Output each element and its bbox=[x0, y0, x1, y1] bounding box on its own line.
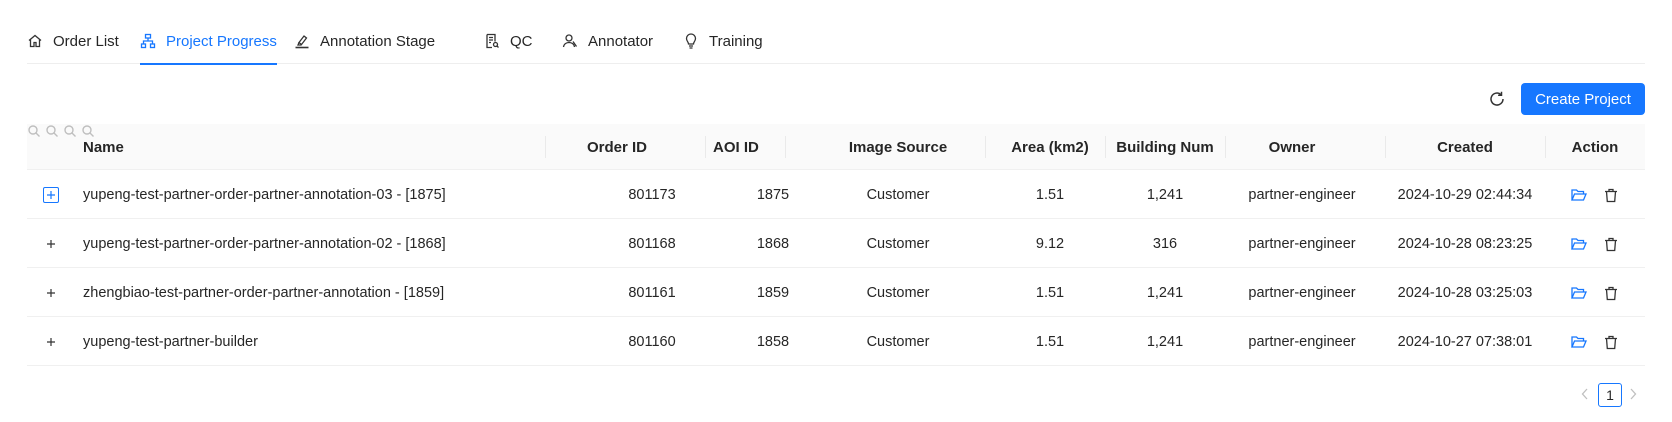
expand-icon[interactable] bbox=[43, 334, 59, 350]
column-label: Area (km2) bbox=[1011, 138, 1089, 156]
expand-icon[interactable] bbox=[43, 187, 59, 203]
column-header-area[interactable]: Area (km2) bbox=[985, 124, 1115, 170]
order-id: 801173 bbox=[628, 186, 676, 203]
delete-icon[interactable] bbox=[1602, 235, 1620, 253]
column-label: AOI ID bbox=[713, 138, 759, 156]
created: 2024-10-27 07:38:01 bbox=[1397, 333, 1533, 350]
owner: partner-engineer bbox=[1248, 284, 1356, 301]
projects-table: Name Order ID AOI ID Image Source Area (… bbox=[27, 124, 1645, 366]
building-num: 1,241 bbox=[1146, 284, 1184, 301]
folder-open-icon[interactable] bbox=[1570, 235, 1588, 253]
delete-icon[interactable] bbox=[1602, 333, 1620, 351]
project-name: zhengbiao-test-partner-order-partner-ann… bbox=[83, 284, 445, 301]
expand-icon[interactable] bbox=[43, 285, 59, 301]
tab-label: Annotation Stage bbox=[320, 32, 436, 50]
reload-icon[interactable] bbox=[1487, 89, 1507, 109]
area: 1.51 bbox=[1035, 333, 1065, 350]
create-project-button[interactable]: Create Project bbox=[1521, 83, 1645, 115]
tab-order-list[interactable]: Order List bbox=[27, 18, 119, 64]
tab-label: Order List bbox=[53, 32, 119, 50]
column-header-building-num[interactable]: Building Num bbox=[1105, 124, 1225, 170]
building-num: 316 bbox=[1152, 235, 1178, 252]
column-header-aoi-id[interactable]: AOI ID bbox=[713, 124, 759, 170]
column-header-order-id[interactable]: Order ID bbox=[547, 124, 687, 170]
tab-annotation-stage[interactable]: Annotation Stage bbox=[294, 18, 435, 64]
column-label: Owner bbox=[1268, 138, 1316, 156]
tab-project-progress[interactable]: Project Progress bbox=[140, 18, 277, 65]
owner: partner-engineer bbox=[1248, 186, 1356, 203]
home-icon bbox=[27, 33, 43, 49]
sitemap-icon bbox=[140, 33, 156, 49]
created: 2024-10-29 02:44:34 bbox=[1397, 186, 1533, 203]
tab-qc[interactable]: QC bbox=[484, 18, 533, 64]
image-source: Customer bbox=[866, 186, 930, 203]
table-row[interactable]: yupeng-test-partner-order-partner-annota… bbox=[27, 170, 1645, 219]
column-label: Order ID bbox=[586, 138, 647, 156]
area: 1.51 bbox=[1035, 186, 1065, 203]
delete-icon[interactable] bbox=[1602, 284, 1620, 302]
project-name: yupeng-test-partner-order-partner-annota… bbox=[83, 186, 446, 203]
column-label: Action bbox=[1571, 138, 1619, 156]
image-source: Customer bbox=[866, 333, 930, 350]
prev-page-icon[interactable] bbox=[1578, 384, 1592, 404]
table-row[interactable]: zhengbiao-test-partner-order-partner-ann… bbox=[27, 268, 1645, 317]
column-header-action: Action bbox=[1545, 124, 1645, 170]
column-header-owner[interactable]: Owner bbox=[1225, 124, 1359, 170]
folder-open-icon[interactable] bbox=[1570, 284, 1588, 302]
search-icon[interactable] bbox=[63, 125, 81, 141]
tab-annotator[interactable]: Annotator bbox=[562, 18, 653, 64]
order-id: 801161 bbox=[628, 284, 676, 301]
column-header-created[interactable]: Created bbox=[1385, 124, 1545, 170]
bulb-icon bbox=[683, 33, 699, 49]
project-name: yupeng-test-partner-builder bbox=[83, 333, 258, 350]
created: 2024-10-28 03:25:03 bbox=[1397, 284, 1533, 301]
column-label: Created bbox=[1437, 138, 1493, 156]
tab-label: Project Progress bbox=[166, 32, 277, 50]
column-header-image-source[interactable]: Image Source bbox=[785, 124, 1011, 170]
building-num: 1,241 bbox=[1146, 186, 1184, 203]
owner: partner-engineer bbox=[1248, 235, 1356, 252]
tab-bar: Order List Project Progress Annotation S… bbox=[27, 18, 1645, 65]
column-label: Building Num bbox=[1116, 138, 1214, 156]
table-header: Name Order ID AOI ID Image Source Area (… bbox=[27, 124, 1645, 170]
owner: partner-engineer bbox=[1248, 333, 1356, 350]
area: 1.51 bbox=[1035, 284, 1065, 301]
search-icon[interactable] bbox=[27, 125, 45, 141]
column-label: Image Source bbox=[848, 138, 948, 156]
tab-label: Annotator bbox=[588, 32, 654, 50]
pagination-page-1[interactable]: 1 bbox=[1598, 383, 1622, 407]
expand-icon[interactable] bbox=[43, 236, 59, 252]
folder-open-icon[interactable] bbox=[1570, 333, 1588, 351]
search-icon[interactable] bbox=[45, 125, 63, 141]
image-source: Customer bbox=[866, 284, 930, 301]
tab-training[interactable]: Training bbox=[683, 18, 763, 64]
column-header-name[interactable]: Name bbox=[83, 124, 124, 170]
order-id: 801160 bbox=[628, 333, 676, 350]
highlight-icon bbox=[294, 33, 310, 49]
folder-open-icon[interactable] bbox=[1570, 186, 1588, 204]
next-page-icon[interactable] bbox=[1626, 384, 1640, 404]
table-row[interactable]: yupeng-test-partner-order-partner-annota… bbox=[27, 219, 1645, 268]
project-name: yupeng-test-partner-order-partner-annota… bbox=[83, 235, 446, 252]
building-num: 1,241 bbox=[1146, 333, 1184, 350]
tab-label: Training bbox=[709, 32, 763, 50]
delete-icon[interactable] bbox=[1602, 186, 1620, 204]
user-icon bbox=[562, 33, 578, 49]
tab-label: QC bbox=[510, 32, 533, 50]
image-source: Customer bbox=[866, 235, 930, 252]
created: 2024-10-28 08:23:25 bbox=[1397, 235, 1533, 252]
audit-icon bbox=[484, 33, 500, 49]
table-row[interactable]: yupeng-test-partner-builder 801160 1858 … bbox=[27, 317, 1645, 366]
area: 9.12 bbox=[1035, 235, 1065, 252]
column-label: Name bbox=[83, 138, 124, 156]
order-id: 801168 bbox=[628, 235, 676, 252]
